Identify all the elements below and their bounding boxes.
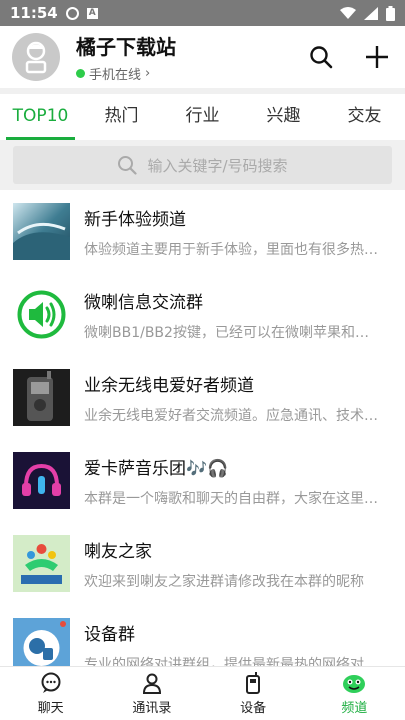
nav-chat[interactable]: 聊天: [0, 667, 101, 720]
channel-title: 设备群: [84, 624, 135, 645]
channel-description: 微喇BB1/BB2按键，已经可以在微喇苹果和安卓版使用: [84, 324, 380, 341]
channel-list: 新手体验频道 体验频道主要用于新手体验，里面也有很多热心的朋友 微喇信息交流群 …: [0, 190, 405, 666]
category-tabs: TOP10 热门 行业 兴趣 交友: [0, 94, 405, 140]
tab-friends[interactable]: 交友: [324, 94, 405, 140]
device-avatar-icon: [13, 618, 70, 666]
sync-icon: [65, 6, 79, 20]
status-bar: 11:54 A: [0, 0, 405, 26]
channel-description: 业余无线电爱好者交流频道。应急通讯、技术交流: [84, 407, 380, 424]
tab-top10[interactable]: TOP10: [0, 94, 81, 140]
channel-title: 爱卡萨音乐团🎶🎧: [84, 458, 229, 479]
list-item[interactable]: 新手体验频道 体验频道主要用于新手体验，里面也有很多热心的朋友: [0, 190, 405, 273]
user-avatar-icon: [25, 41, 47, 74]
nav-chat-label: 聊天: [37, 700, 64, 716]
list-item[interactable]: 业余无线电爱好者频道 业余无线电爱好者交流频道。应急通讯、技术交流: [0, 356, 405, 439]
signal-icon: [364, 6, 378, 20]
speaker-icon: [17, 290, 66, 339]
community-logo-icon: [13, 535, 70, 592]
online-status[interactable]: 手机在线 ›: [76, 64, 176, 83]
channel-mascot-icon: [343, 674, 366, 693]
search-button[interactable]: [305, 41, 337, 73]
search-placeholder: 输入关键字/号码搜索: [147, 156, 288, 175]
channel-description: 欢迎来到喇友之家进群请修改我在本群的昵称: [84, 573, 364, 590]
nav-contacts[interactable]: 通讯录: [101, 667, 202, 720]
channel-description: 专业的网络对讲群组，提供最新最热的网络对讲设备: [84, 656, 380, 667]
plus-icon: [366, 46, 388, 68]
page-title: 橘子下载站: [76, 35, 176, 59]
online-status-label: 手机在线: [89, 68, 142, 83]
radio-device-icon: [13, 369, 70, 426]
search-input[interactable]: 输入关键字/号码搜索: [13, 146, 392, 184]
tab-hot[interactable]: 热门: [81, 94, 162, 140]
nav-contacts-label: 通讯录: [132, 700, 172, 716]
channel-title: 微喇信息交流群: [84, 292, 203, 313]
nav-devices-label: 设备: [240, 700, 267, 716]
list-item[interactable]: 设备群 专业的网络对讲群组，提供最新最热的网络对讲设备: [0, 605, 405, 666]
search-icon: [118, 156, 138, 175]
search-bar-container: 输入关键字/号码搜索: [0, 140, 405, 190]
wifi-icon: [340, 6, 356, 19]
channel-description: 本群是一个嗨歌和聊天的自由群，大家在这里唱歌聊天: [84, 490, 380, 507]
nav-channels[interactable]: 频道: [304, 667, 405, 720]
status-time: 11:54: [10, 4, 58, 22]
bottom-navigation: 聊天 通讯录 设备 频道: [0, 666, 405, 720]
avatar[interactable]: [12, 33, 60, 81]
tab-interest[interactable]: 兴趣: [243, 94, 324, 140]
channel-title: 新手体验频道: [84, 209, 186, 230]
tab-industry[interactable]: 行业: [162, 94, 243, 140]
channel-thumbnail: [13, 203, 70, 260]
walkie-talkie-icon: [246, 671, 261, 694]
channel-description: 体验频道主要用于新手体验，里面也有很多热心的朋友: [84, 241, 380, 258]
channel-title: 业余无线电爱好者频道: [84, 375, 254, 396]
channel-title: 喇友之家: [84, 541, 152, 562]
nav-devices[interactable]: 设备: [203, 667, 304, 720]
list-item[interactable]: 爱卡萨音乐团🎶🎧 本群是一个嗨歌和聊天的自由群，大家在这里唱歌聊天: [0, 439, 405, 522]
add-button[interactable]: [361, 41, 393, 73]
chevron-right-icon: ›: [145, 66, 151, 81]
search-icon: [310, 46, 333, 69]
nav-channels-label: 频道: [341, 700, 368, 716]
battery-icon: [386, 5, 395, 21]
online-dot-icon: [76, 69, 85, 78]
chat-bubble-icon: [41, 672, 61, 693]
list-item[interactable]: 喇友之家 欢迎来到喇友之家进群请修改我在本群的昵称: [0, 522, 405, 605]
header: 橘子下载站 手机在线 ›: [0, 26, 405, 88]
music-headphones-icon: [13, 452, 70, 509]
person-icon: [142, 673, 161, 694]
a-icon: A: [86, 7, 98, 19]
list-item[interactable]: 微喇信息交流群 微喇BB1/BB2按键，已经可以在微喇苹果和安卓版使用: [0, 273, 405, 356]
